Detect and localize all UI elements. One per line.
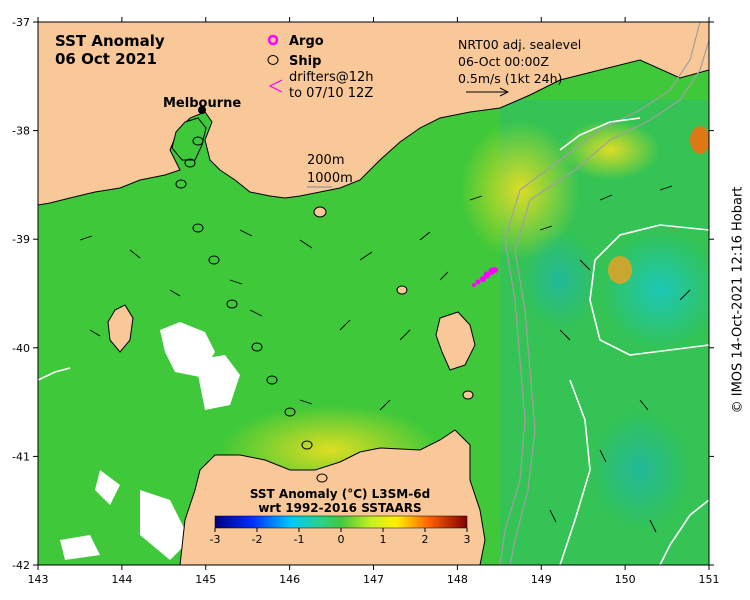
colorbar-tick-label: 3 [464,533,471,546]
lon-tick-label: 145 [195,573,216,586]
lat-tick-label: -37 [12,16,30,29]
colorbar-tick-label: -2 [252,533,263,546]
lon-tick-label: 146 [279,573,300,586]
current-key-line2: 06-Oct 00:00Z [458,54,549,69]
lat-tick-label: -41 [12,450,30,463]
colorbar-subtitle: wrt 1992-2016 SSTAARS [258,501,421,515]
map-date: 06 Oct 2021 [55,50,157,68]
lon-tick-label: 148 [447,573,468,586]
argo-legend-label: Argo [289,34,324,49]
colorbar-tick-label: -3 [210,533,221,546]
colorbar-tick-label: 2 [422,533,429,546]
plot-area [38,22,709,565]
lon-tick-label: 151 [699,573,720,586]
lat-tick-label: -42 [12,559,30,572]
lon-tick-label: 144 [111,573,132,586]
map-title: SST Anomaly [55,32,165,50]
lon-tick-label: 149 [531,573,552,586]
lon-tick-label: 150 [615,573,636,586]
colorbar-tick-label: 0 [338,533,345,546]
drifter-legend-line2: to 07/10 12Z [289,86,373,101]
lon-tick-label: 143 [28,573,49,586]
lon-tick-label: 147 [363,573,384,586]
contour-200m-label: 200m [307,153,344,168]
current-key-line1: NRT00 adj. sealevel [458,37,581,52]
ship-legend-label: Ship [289,54,321,69]
melbourne-label: Melbourne [163,96,241,111]
colorbar-tick-label: 1 [380,533,387,546]
credit-line: © IMOS 14-Oct-2021 12:16 Hobart [730,186,746,414]
cool-anomaly-patch [600,230,709,350]
colorbar-scale [214,515,468,529]
lat-tick-label: -39 [12,233,30,246]
sst-anomaly-map: SST Anomaly 06 Oct 2021 Melbourne Argo S… [12,16,720,586]
lat-tick-label: -38 [12,125,30,138]
current-key-line3: 0.5m/s (1kt 24h) [458,71,562,86]
colorbar-title: SST Anomaly (°C) L3SM-6d [250,487,430,501]
lat-tick-label: -40 [12,342,30,355]
drifter-legend-line1: drifters@12h [289,70,374,85]
colorbar-tick-label: -1 [294,533,305,546]
contour-1000m-label: 1000m [307,171,353,186]
